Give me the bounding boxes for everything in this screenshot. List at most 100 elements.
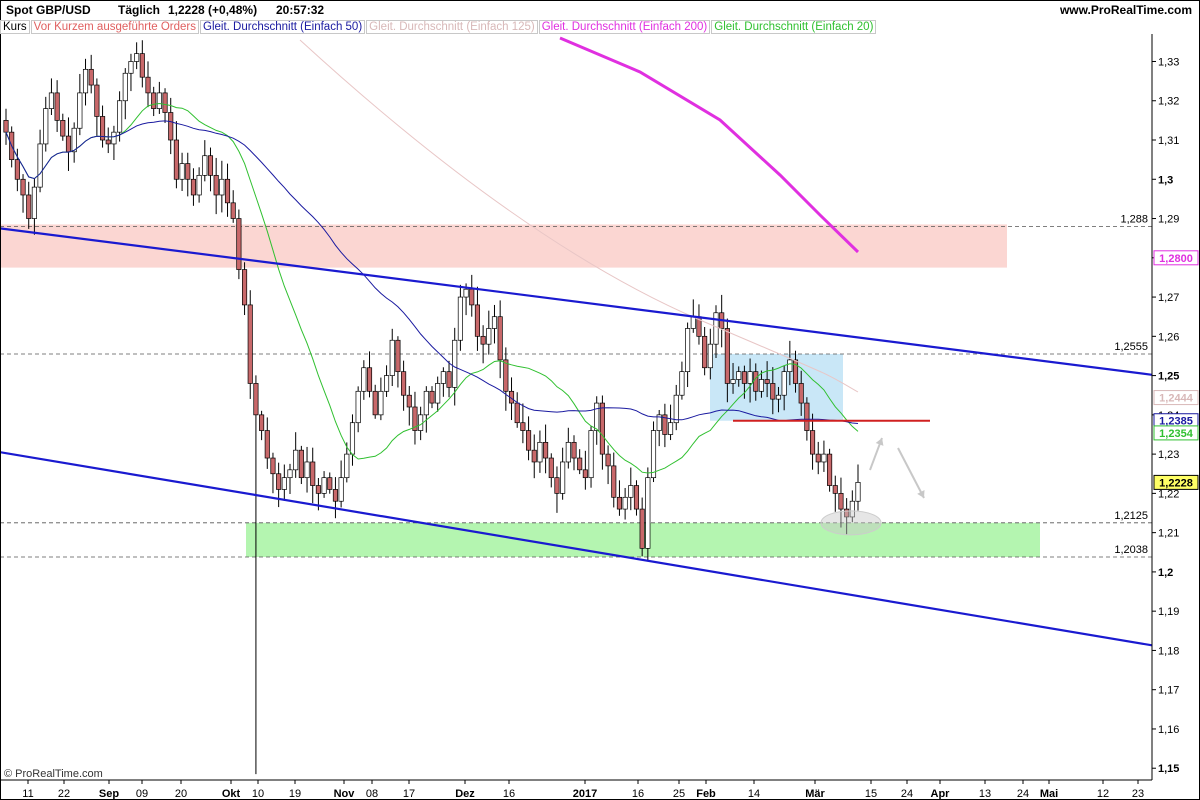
chart-header: Spot GBP/USD Täglich 1,2228 (+0,48%) 20:… xyxy=(0,0,1200,20)
x-tick-label: 14 xyxy=(748,788,760,800)
candle xyxy=(236,218,242,270)
symbol-name: Spot GBP/USD xyxy=(6,3,91,17)
candle xyxy=(71,127,77,153)
candle xyxy=(588,430,594,479)
candle xyxy=(730,379,736,384)
x-tick-label: 20 xyxy=(175,788,187,800)
candle xyxy=(207,155,214,176)
candle xyxy=(650,430,657,479)
candle xyxy=(446,371,452,388)
x-tick-label: Sep xyxy=(99,788,119,800)
candle xyxy=(429,390,435,404)
x-tick-label: 15 xyxy=(865,788,877,800)
candle xyxy=(213,174,219,196)
candle xyxy=(54,92,60,121)
x-tick-label: 10 xyxy=(252,788,264,800)
candle xyxy=(384,375,390,392)
candle xyxy=(128,61,134,74)
candle xyxy=(401,371,407,396)
legend-kurs[interactable]: Kurs xyxy=(0,20,30,34)
candle xyxy=(253,383,259,416)
candle xyxy=(480,335,486,345)
candle xyxy=(565,441,571,463)
level-label: 1,2125 xyxy=(1114,510,1148,522)
y-tick-label: 1,31 xyxy=(1158,135,1179,147)
candle xyxy=(270,457,276,475)
candle xyxy=(247,304,253,384)
candle xyxy=(679,371,685,396)
legend-sma200[interactable]: Gleit. Durchschnitt (Einfach 200) xyxy=(538,20,711,34)
candle xyxy=(690,316,696,329)
candle xyxy=(792,359,799,384)
site-url[interactable]: www.ProRealTime.com xyxy=(1060,3,1192,17)
x-tick-label: 13 xyxy=(979,788,991,800)
candle xyxy=(304,461,310,479)
y-tick-label: 1,33 xyxy=(1158,56,1179,68)
legend-orders[interactable]: Vor Kurzem ausgeführte Orders xyxy=(30,20,200,34)
consolidation-zone xyxy=(710,353,843,421)
candle xyxy=(372,390,378,416)
price-box-label: 1,2800 xyxy=(1159,253,1193,265)
candle xyxy=(190,178,196,196)
candle xyxy=(554,477,560,494)
candle xyxy=(185,163,191,180)
level-label: 1,2555 xyxy=(1114,341,1148,353)
candle xyxy=(787,359,793,373)
candle xyxy=(151,92,157,109)
candle xyxy=(366,367,373,392)
candle xyxy=(622,496,628,510)
candle xyxy=(486,328,492,345)
candle xyxy=(599,402,605,455)
candle xyxy=(3,120,9,133)
y-tick-label: 1,25 xyxy=(1158,371,1179,383)
legend-sma50[interactable]: Gleit. Durchschnitt (Einfach 50) xyxy=(200,20,366,34)
candle xyxy=(395,339,401,373)
candle xyxy=(327,477,333,490)
candle xyxy=(77,92,83,129)
candle xyxy=(321,477,327,494)
candle xyxy=(179,163,185,180)
candle xyxy=(423,390,429,416)
candle xyxy=(406,394,412,408)
x-tick-label: 11 xyxy=(22,788,33,800)
y-tick-label: 1,32 xyxy=(1158,96,1179,108)
candle xyxy=(117,100,123,133)
legend-sma125[interactable]: Gleit. Durchschnitt (Einfach 125) xyxy=(366,20,538,34)
candle xyxy=(202,155,208,176)
candle xyxy=(838,493,844,510)
candle xyxy=(259,414,265,431)
x-tick-label: Mai xyxy=(1040,788,1058,800)
y-tick-label: 1,29 xyxy=(1158,214,1179,226)
candle xyxy=(20,178,26,196)
candle xyxy=(594,402,600,431)
candle xyxy=(582,469,588,479)
candle xyxy=(139,53,145,78)
candle xyxy=(560,461,566,494)
candle xyxy=(775,394,782,400)
candle xyxy=(616,496,622,510)
y-tick-label: 1,27 xyxy=(1158,292,1179,304)
y-tick-label: 1,23 xyxy=(1158,449,1179,461)
x-tick-label: 24 xyxy=(1017,788,1029,800)
watermark: © ProRealTime.com xyxy=(4,768,103,780)
candle xyxy=(242,269,248,306)
candle xyxy=(452,339,458,388)
y-tick-label: 1,2 xyxy=(1158,567,1173,579)
candle xyxy=(310,461,316,486)
candle xyxy=(281,477,287,490)
candle xyxy=(577,457,583,471)
candle xyxy=(65,135,72,153)
legend-sma20[interactable]: Gleit. Durchschnitt (Einfach 20) xyxy=(711,20,877,34)
price-box-label: 1,2228 xyxy=(1159,477,1193,489)
candle xyxy=(276,473,282,490)
level-label: 1,2038 xyxy=(1114,544,1148,556)
candle xyxy=(264,430,270,459)
x-tick-label: 19 xyxy=(289,788,301,800)
candle xyxy=(605,453,611,467)
x-tick-label: 16 xyxy=(632,788,644,800)
candle xyxy=(571,441,577,459)
candle xyxy=(832,485,838,494)
candle xyxy=(361,367,367,392)
x-tick-label: 2017 xyxy=(573,788,597,800)
candle xyxy=(804,402,810,431)
